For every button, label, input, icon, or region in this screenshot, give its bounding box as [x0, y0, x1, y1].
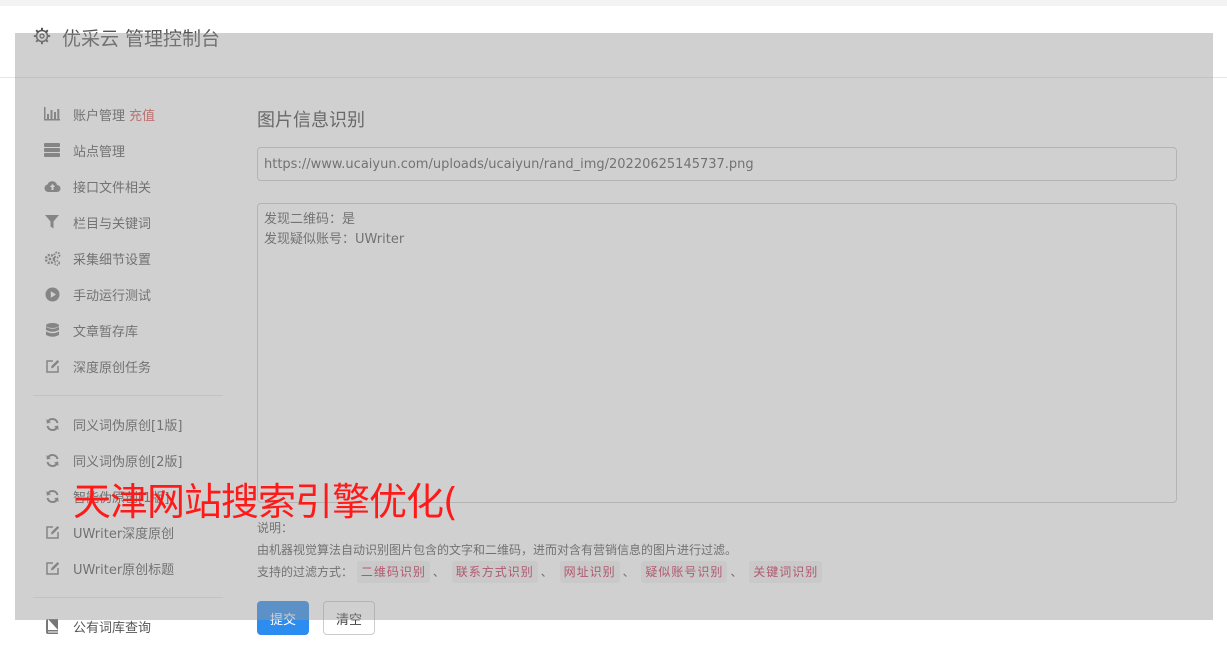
- watermark-text: 天津网站搜索引擎优化(: [73, 480, 458, 524]
- modal-overlay: [15, 33, 1213, 620]
